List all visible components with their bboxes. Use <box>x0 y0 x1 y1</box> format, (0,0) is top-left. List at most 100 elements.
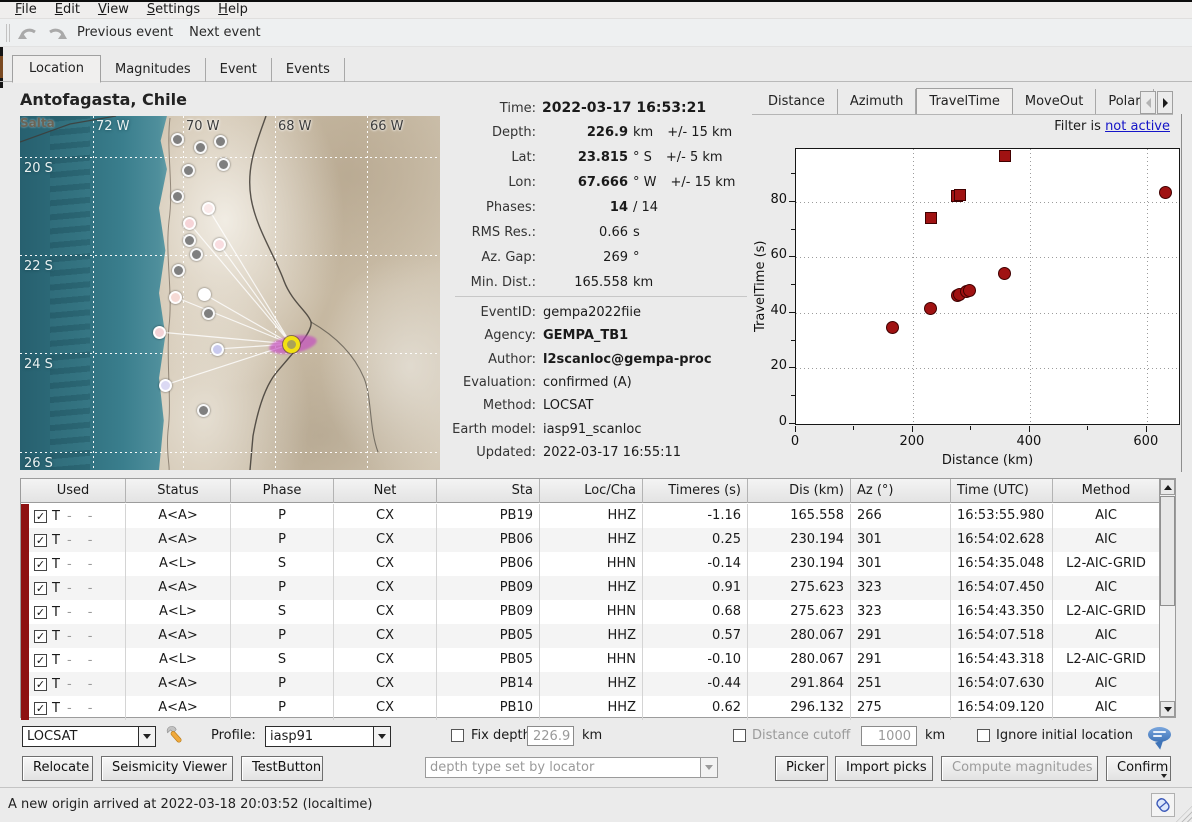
plot-tab-distance[interactable]: Distance <box>756 89 838 115</box>
column-header-az[interactable]: Az (°) <box>851 479 951 503</box>
used-checkbox[interactable]: ✓ <box>34 534 47 547</box>
profile-select[interactable]: iasp91 <box>265 726 391 747</box>
test-button[interactable]: TestButton <box>241 756 323 781</box>
menu-view[interactable]: View <box>89 2 138 19</box>
used-checkbox[interactable]: ✓ <box>34 606 47 619</box>
import-picks-button[interactable]: Import picks <box>835 756 933 781</box>
station-marker[interactable] <box>153 326 166 339</box>
used-checkbox[interactable]: ✓ <box>34 630 47 643</box>
menu-file[interactable]: File <box>6 2 46 19</box>
s-arrival-point[interactable] <box>954 189 966 201</box>
station-marker[interactable] <box>169 291 182 304</box>
station-marker[interactable] <box>171 190 184 203</box>
used-checkbox[interactable]: ✓ <box>34 678 47 691</box>
seismicity-viewer-button[interactable]: Seismicity Viewer <box>101 756 233 781</box>
arrival-row-pb06-p[interactable]: ✓T- -A<A>PCXPB06HHZ0.25230.19430116:54:0… <box>21 528 1160 552</box>
arrival-row-pb09-p[interactable]: ✓T- -A<A>PCXPB09HHZ0.91275.62332316:54:0… <box>21 576 1160 600</box>
column-header-method[interactable]: Method <box>1053 479 1160 503</box>
arrival-row-pb14-p[interactable]: ✓T- -A<A>PCXPB14HHZ-0.44291.86425116:54:… <box>21 672 1160 696</box>
column-header-used[interactable]: Used <box>21 479 126 503</box>
arrival-row-pb10-p[interactable]: ✓T- -A<A>PCXPB10HHZ0.62296.13227516:54:0… <box>21 696 1160 720</box>
previous-event-icon[interactable] <box>17 24 41 42</box>
column-header-dis-km[interactable]: Dis (km) <box>748 479 851 503</box>
s-arrival-point[interactable] <box>999 150 1011 162</box>
p-arrival-point[interactable] <box>998 267 1011 280</box>
station-marker[interactable] <box>172 264 185 277</box>
station-marker[interactable] <box>217 158 230 171</box>
station-marker[interactable] <box>198 288 211 301</box>
relocate-button[interactable]: Relocate <box>22 756 93 781</box>
station-marker[interactable] <box>183 234 196 247</box>
previous-event-button[interactable]: Previous event <box>71 25 183 40</box>
distance-cutoff-input[interactable]: 1000 <box>861 726 917 746</box>
profile-select-arrow[interactable] <box>373 727 390 746</box>
window-resize-grip[interactable] <box>1176 806 1192 822</box>
station-marker[interactable] <box>211 343 224 356</box>
scroll-up-button[interactable] <box>1160 479 1175 495</box>
station-marker[interactable] <box>182 164 195 177</box>
tab-scroll-right-button[interactable] <box>1157 91 1173 114</box>
column-header-loc-cha[interactable]: Loc/Cha <box>540 479 643 503</box>
used-checkbox[interactable]: ✓ <box>34 654 47 667</box>
p-arrival-point[interactable] <box>963 284 976 297</box>
scroll-down-button[interactable] <box>1160 701 1175 717</box>
station-marker[interactable] <box>214 135 227 148</box>
epicenter-marker[interactable] <box>283 336 300 353</box>
next-event-icon[interactable] <box>44 24 68 42</box>
confirm-button[interactable]: Confirm <box>1106 756 1171 781</box>
traveltime-plot[interactable] <box>795 148 1180 425</box>
arrival-row-pb06-s[interactable]: ✓T- -A<L>SCXPB06HHN-0.14230.19430116:54:… <box>21 552 1160 576</box>
menu-settings[interactable]: Settings <box>138 2 209 19</box>
arrival-row-pb05-p[interactable]: ✓T- -A<A>PCXPB05HHZ0.57280.06729116:54:0… <box>21 624 1160 648</box>
used-checkbox[interactable]: ✓ <box>34 558 47 571</box>
arrival-row-pb05-s[interactable]: ✓T- -A<L>SCXPB05HHN-0.10280.06729116:54:… <box>21 648 1160 672</box>
column-header-time-utc[interactable]: Time (UTC) <box>951 479 1053 503</box>
toolbar-drag-handle[interactable] <box>6 24 10 42</box>
station-marker[interactable] <box>183 217 196 230</box>
picker-button[interactable]: Picker <box>775 756 828 781</box>
fix-depth-input[interactable]: 226.9 <box>527 726 574 746</box>
column-header-sta[interactable]: Sta <box>437 479 540 503</box>
locator-select[interactable]: LOCSAT <box>22 726 156 747</box>
tab-event[interactable]: Event <box>206 58 272 82</box>
scrollbar-thumb[interactable] <box>1160 496 1175 606</box>
column-header-net[interactable]: Net <box>334 479 437 503</box>
ignore-initial-location-checkbox[interactable] <box>977 729 990 742</box>
arrivals-table-scrollbar[interactable] <box>1159 479 1175 717</box>
station-marker[interactable] <box>197 404 210 417</box>
filter-toggle-link[interactable]: not active <box>1105 119 1170 134</box>
database-status-button[interactable] <box>1151 793 1175 817</box>
station-marker[interactable] <box>202 307 215 320</box>
tab-magnitudes[interactable]: Magnitudes <box>101 58 206 82</box>
station-marker[interactable] <box>194 141 207 154</box>
used-checkbox[interactable]: ✓ <box>34 702 47 715</box>
comment-bubble-icon[interactable] <box>1148 727 1171 742</box>
station-marker[interactable] <box>171 133 184 146</box>
used-checkbox[interactable]: ✓ <box>34 582 47 595</box>
plot-tab-traveltime[interactable]: TravelTime <box>916 88 1012 115</box>
arrival-row-pb09-s[interactable]: ✓T- -A<L>SCXPB09HHN0.68275.62332316:54:4… <box>21 600 1160 624</box>
column-header-timeres-s[interactable]: Timeres (s) <box>643 479 748 503</box>
menu-help[interactable]: Help <box>209 2 257 19</box>
arrival-row-pb19-p[interactable]: ✓T- -A<A>PCXPB19HHZ-1.16165.55826616:53:… <box>21 504 1160 528</box>
distance-cutoff-checkbox[interactable] <box>733 729 746 742</box>
column-header-status[interactable]: Status <box>126 479 231 503</box>
location-map[interactable]: 72 W70 W68 W66 W20 S22 S24 S26 S Salta <box>20 116 440 470</box>
station-marker[interactable] <box>213 238 226 251</box>
station-marker[interactable] <box>202 202 215 215</box>
column-header-phase[interactable]: Phase <box>231 479 334 503</box>
locator-settings-wrench-icon[interactable] <box>166 725 186 745</box>
plot-tab-moveout[interactable]: MoveOut <box>1013 89 1096 115</box>
station-marker[interactable] <box>159 379 172 392</box>
p-arrival-point[interactable] <box>1159 186 1172 199</box>
station-marker[interactable] <box>190 248 203 261</box>
s-arrival-point[interactable] <box>925 212 937 224</box>
locator-select-arrow[interactable] <box>138 727 155 746</box>
menu-edit[interactable]: Edit <box>46 2 89 19</box>
next-event-button[interactable]: Next event <box>183 25 270 40</box>
p-arrival-point[interactable] <box>886 321 899 334</box>
tab-events[interactable]: Events <box>272 58 345 82</box>
tab-scroll-left-button[interactable] <box>1140 91 1156 114</box>
plot-tab-azimuth[interactable]: Azimuth <box>838 89 917 115</box>
fix-depth-checkbox[interactable] <box>451 729 464 742</box>
